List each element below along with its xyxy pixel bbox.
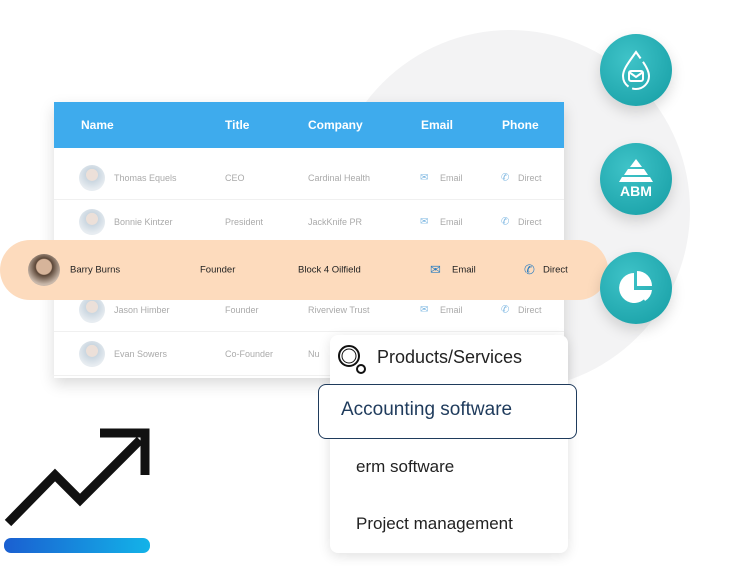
email-icon: ✉ — [420, 304, 429, 315]
phone-link[interactable]: Direct — [518, 305, 542, 315]
contact-title: President — [225, 216, 264, 227]
dropdown-option[interactable]: Project management — [356, 514, 513, 534]
phone-icon: ✆ — [501, 216, 510, 227]
contact-name: Barry Burns — [70, 264, 121, 276]
abm-label: ABM — [620, 183, 652, 199]
phone-icon: ✆ — [501, 304, 510, 315]
avatar — [79, 164, 105, 191]
phone-link[interactable]: Direct — [518, 217, 542, 227]
contact-company: Cardinal Health — [308, 172, 371, 183]
phone-icon: ✆ — [501, 172, 510, 183]
email-icon: ✉ — [430, 262, 441, 277]
contact-company: Block 4 Oilfield — [298, 264, 361, 276]
contact-title: Co-Founder — [225, 348, 274, 359]
header-name: Name — [81, 118, 114, 132]
contact-name: Jason Himber — [114, 304, 170, 315]
search-icon — [336, 343, 368, 382]
email-link[interactable]: Email — [452, 265, 476, 276]
selected-option[interactable]: Accounting software — [318, 384, 577, 439]
phone-link[interactable]: Direct — [543, 265, 568, 276]
header-company: Company — [308, 118, 363, 132]
email-icon: ✉ — [420, 172, 429, 183]
contact-company: JackKnife PR — [308, 216, 363, 227]
email-link[interactable]: Email — [440, 305, 463, 315]
table-row[interactable]: Bonnie Kintzer President JackKnife PR ✉ … — [54, 200, 564, 244]
contact-company: Nu — [308, 348, 320, 359]
table-header: Name Title Company Email Phone — [54, 102, 564, 148]
contact-title: Founder — [225, 304, 259, 315]
avatar — [79, 208, 105, 235]
abm-pyramid-icon[interactable]: ABM — [600, 143, 672, 215]
avatar — [79, 296, 105, 323]
contact-name: Evan Sowers — [114, 348, 168, 359]
phone-link[interactable]: Direct — [518, 173, 542, 183]
phone-icon: ✆ — [524, 262, 535, 277]
dropdown-label: Products/Services — [377, 347, 523, 367]
products-dropdown: Products/Services erm software Project m… — [330, 335, 568, 553]
contact-name: Thomas Equels — [114, 172, 177, 183]
avatar — [79, 340, 105, 367]
table-row[interactable]: Thomas Equels CEO Cardinal Health ✉ Emai… — [54, 156, 564, 200]
contact-title: CEO — [225, 172, 245, 183]
header-email: Email — [421, 118, 454, 132]
email-drop-icon[interactable] — [600, 34, 672, 106]
contact-company: Riverview Trust — [308, 304, 370, 315]
email-icon: ✉ — [420, 216, 429, 227]
pie-chart-icon[interactable] — [600, 252, 672, 324]
avatar — [28, 254, 60, 286]
highlighted-row[interactable]: Barry Burns Founder Block 4 Oilfield ✉ E… — [0, 240, 608, 300]
header-title: Title — [225, 118, 250, 132]
trend-arrow-icon — [4, 428, 150, 553]
contact-title: Founder — [200, 264, 236, 276]
header-phone: Phone — [502, 118, 539, 132]
dropdown-option[interactable]: erm software — [356, 457, 454, 477]
email-link[interactable]: Email — [440, 173, 463, 183]
contact-name: Bonnie Kintzer — [114, 216, 173, 227]
email-link[interactable]: Email — [440, 217, 463, 227]
